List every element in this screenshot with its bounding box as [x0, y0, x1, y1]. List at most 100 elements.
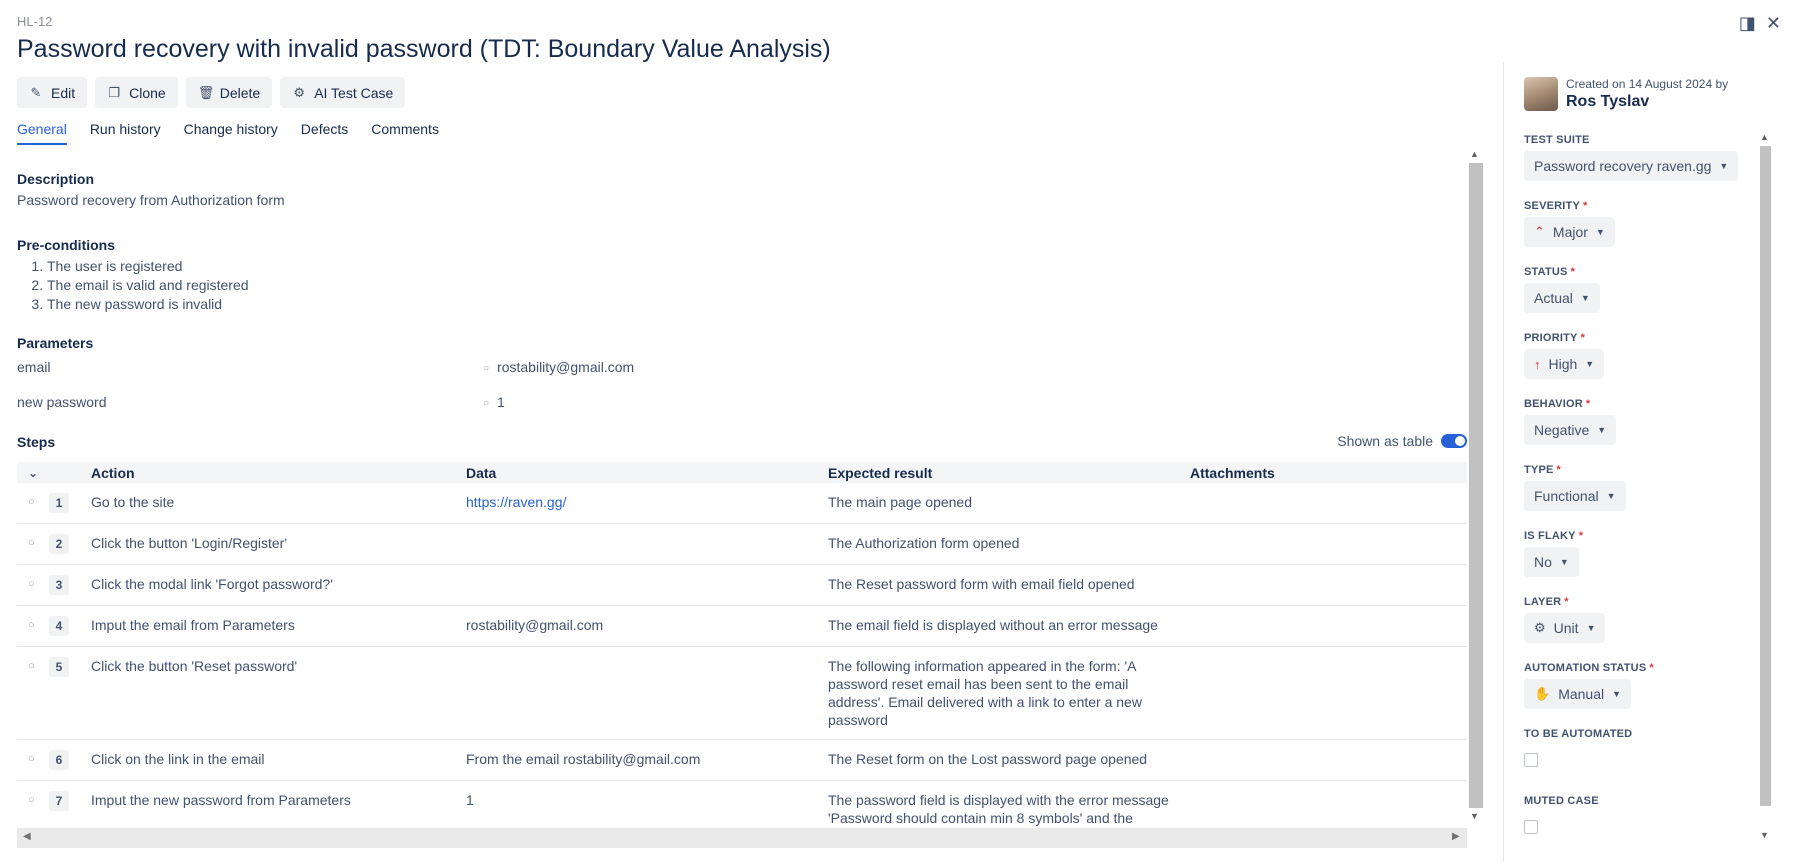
chevron-down-icon: ▼: [1559, 557, 1569, 567]
priority-select[interactable]: ↑ High ▼: [1524, 349, 1605, 379]
table-row[interactable]: ○ 7 Imput the new password from Paramete…: [17, 780, 1467, 830]
step-attachments: [1182, 605, 1467, 647]
scroll-down-arrow-icon[interactable]: ▼: [1470, 811, 1479, 821]
automation-status-select[interactable]: ✋ Manual ▼: [1524, 679, 1632, 709]
status-select[interactable]: Actual ▼: [1524, 283, 1600, 313]
type-label: TYPE *: [1524, 464, 1562, 476]
step-data: 1: [458, 780, 820, 830]
content-horizontal-scrollbar[interactable]: ◀ ▶: [17, 828, 1467, 848]
type-select[interactable]: Functional ▼: [1524, 481, 1626, 511]
table-row[interactable]: ○ 4 Imput the email from Parameters rost…: [17, 605, 1467, 647]
close-icon[interactable]: ✕: [1766, 14, 1781, 32]
delete-button[interactable]: 🗑 Delete: [185, 77, 273, 108]
step-data-link[interactable]: https://raven.gg/: [466, 494, 566, 510]
to-be-automated-label: TO BE AUTOMATED: [1524, 728, 1633, 740]
tab-run-history[interactable]: Run history: [90, 121, 161, 145]
description-text: Password recovery from Authorization for…: [17, 192, 285, 208]
column-header-expected: Expected result: [820, 462, 1182, 483]
step-data: [458, 523, 820, 565]
tab-general[interactable]: General: [17, 121, 67, 145]
table-row[interactable]: ○ 6 Click on the link in the email From …: [17, 739, 1467, 781]
field-list: TEST SUITE Password recovery raven.gg ▼ S…: [1524, 124, 1749, 854]
test-suite-label: TEST SUITE: [1524, 134, 1590, 146]
step-handle-icon[interactable]: ○: [17, 605, 49, 647]
step-handle-icon[interactable]: ○: [17, 483, 49, 524]
tab-bar: General Run history Change history Defec…: [17, 121, 439, 145]
tab-change-history[interactable]: Change history: [184, 121, 278, 145]
scrollbar-thumb[interactable]: [1760, 146, 1771, 806]
to-be-automated-checkbox[interactable]: [1524, 753, 1538, 767]
collapse-all-icon[interactable]: ⌄: [17, 462, 49, 483]
pencil-icon: ✎: [30, 84, 42, 100]
gears-icon: ⚙: [1534, 620, 1546, 635]
step-attachments: [1182, 523, 1467, 565]
clone-button[interactable]: ❐ Clone: [95, 77, 178, 108]
layer-select[interactable]: ⚙ Unit ▼: [1524, 613, 1606, 643]
step-handle-icon[interactable]: ○: [17, 646, 49, 740]
sidebar-vertical-scrollbar[interactable]: ▲ ▼: [1758, 128, 1772, 850]
parameter-value: rostability@gmail.com: [483, 359, 634, 375]
preconditions-list: The user is registered The email is vali…: [17, 257, 249, 314]
is-flaky-label: IS FLAKY *: [1524, 530, 1584, 542]
chevron-down-icon: ▼: [1580, 293, 1590, 303]
step-action: Click the button 'Login/Register': [83, 523, 458, 565]
chevron-down-icon: ▼: [1606, 491, 1616, 501]
step-expected: The password field is displayed with the…: [820, 780, 1182, 830]
layer-label: LAYER *: [1524, 596, 1569, 608]
list-item: The email is valid and registered: [47, 276, 249, 295]
creator-info: Created on 14 August 2024 by Ros Tyslav: [1524, 77, 1728, 111]
step-handle-icon[interactable]: ○: [17, 564, 49, 606]
muted-case-checkbox[interactable]: [1524, 820, 1538, 834]
step-attachments: [1182, 780, 1467, 830]
step-expected: The main page opened: [820, 483, 1182, 524]
steps-table: ⌄ Action Data Expected result Attachment…: [17, 462, 1467, 830]
scroll-down-arrow-icon[interactable]: ▼: [1760, 830, 1769, 840]
page-title: Password recovery with invalid password …: [17, 35, 831, 63]
list-item: The user is registered: [47, 257, 249, 276]
scroll-right-arrow-icon[interactable]: ▶: [1452, 831, 1460, 842]
step-expected: The Reset password form with email field…: [820, 564, 1182, 606]
details-sidebar: Created on 14 August 2024 by Ros Tyslav …: [1503, 62, 1773, 862]
behavior-label: BEHAVIOR *: [1524, 398, 1591, 410]
step-handle-icon[interactable]: ○: [17, 739, 49, 781]
ai-test-case-button[interactable]: ⚙ AI Test Case: [280, 77, 406, 108]
step-number: 2: [49, 534, 69, 554]
step-handle-icon[interactable]: ○: [17, 523, 49, 565]
is-flaky-select[interactable]: No ▼: [1524, 547, 1579, 577]
table-row[interactable]: ○ 1 Go to the site https://raven.gg/ The…: [17, 483, 1467, 524]
status-label: STATUS *: [1524, 266, 1576, 278]
step-action: Go to the site: [83, 483, 458, 524]
scrollbar-thumb[interactable]: [1469, 163, 1483, 808]
chevron-up-icon: ⌃: [1534, 224, 1545, 239]
step-number: 5: [49, 657, 69, 677]
content-vertical-scrollbar[interactable]: ▲ ▼: [1467, 145, 1483, 825]
table-row[interactable]: ○ 2 Click the button 'Login/Register' Th…: [17, 523, 1467, 565]
scroll-left-arrow-icon[interactable]: ◀: [23, 831, 31, 842]
step-expected: The Reset form on the Lost password page…: [820, 739, 1182, 781]
parameter-value: 1: [483, 394, 505, 410]
preconditions-title: Pre-conditions: [17, 237, 116, 253]
panel-toggle-icon[interactable]: ◨: [1739, 14, 1756, 32]
behavior-select[interactable]: Negative ▼: [1524, 415, 1617, 445]
automation-status-label: AUTOMATION STATUS *: [1524, 662, 1654, 674]
chevron-down-icon: ▼: [1597, 425, 1607, 435]
severity-select[interactable]: ⌃ Major ▼: [1524, 217, 1615, 247]
step-handle-icon[interactable]: ○: [17, 780, 49, 830]
test-suite-select[interactable]: Password recovery raven.gg ▼: [1524, 151, 1739, 181]
toggle-switch[interactable]: [1441, 434, 1467, 448]
scroll-up-arrow-icon[interactable]: ▲: [1470, 149, 1479, 159]
table-row[interactable]: ○ 3 Click the modal link 'Forgot passwor…: [17, 564, 1467, 606]
shown-as-table-toggle[interactable]: Shown as table: [1337, 433, 1467, 449]
toolbar: ✎ Edit ❐ Clone 🗑 Delete ⚙ AI Test Case: [17, 77, 406, 108]
step-data: [458, 564, 820, 606]
step-expected: The following information appeared in th…: [820, 646, 1182, 740]
scroll-up-arrow-icon[interactable]: ▲: [1760, 132, 1769, 142]
step-number: 3: [49, 575, 69, 595]
tab-defects[interactable]: Defects: [301, 121, 348, 145]
avatar: [1524, 77, 1558, 111]
table-row[interactable]: ○ 5 Click the button 'Reset password' Th…: [17, 646, 1467, 740]
step-expected: The email field is displayed without an …: [820, 605, 1182, 647]
tab-comments[interactable]: Comments: [371, 121, 439, 145]
edit-button[interactable]: ✎ Edit: [17, 77, 88, 108]
hand-icon: ✋: [1534, 686, 1551, 701]
